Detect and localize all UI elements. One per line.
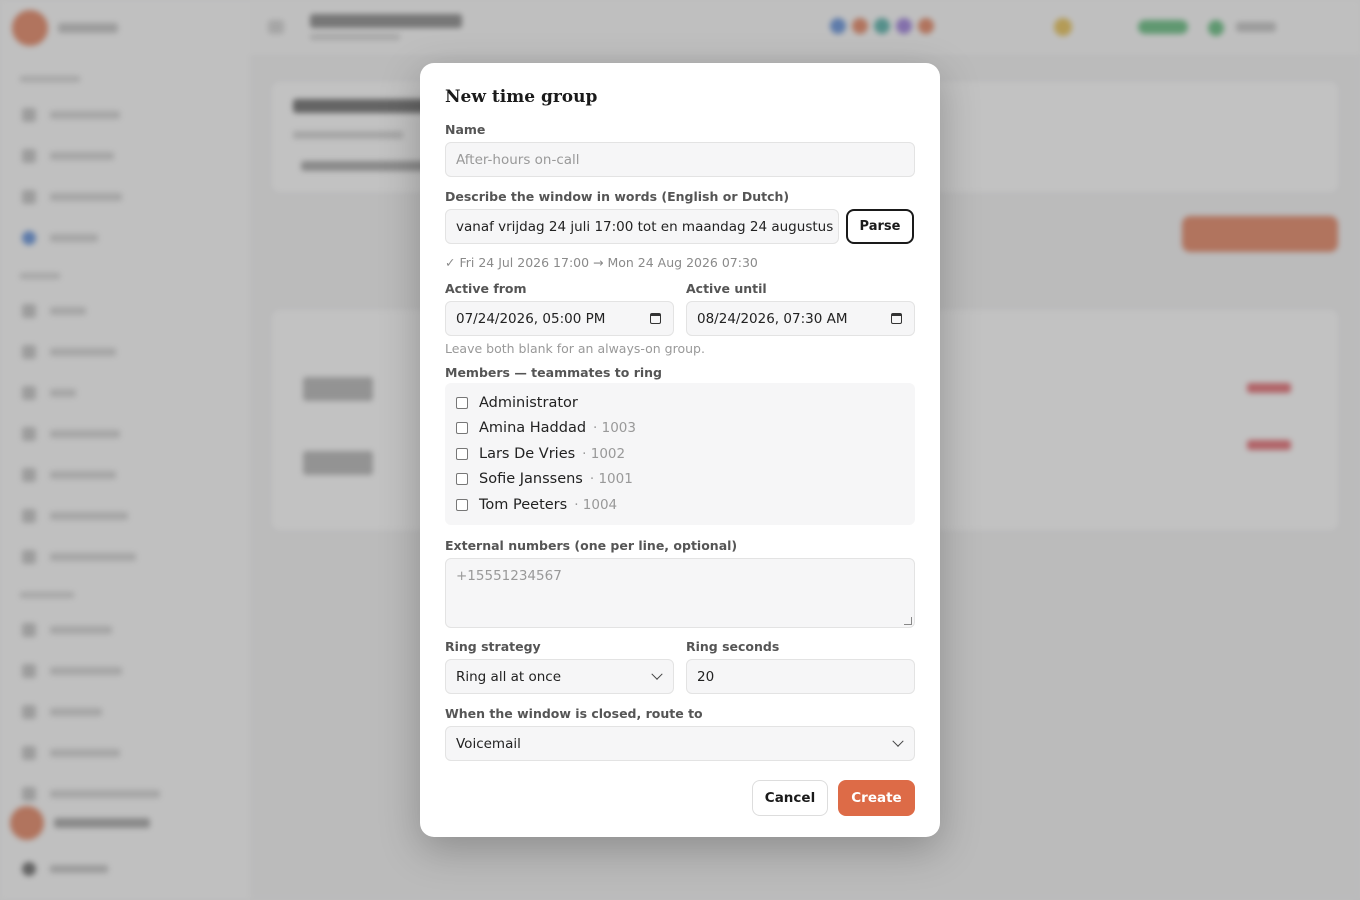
active-from-input[interactable]: 07/24/2026, 05:00 PM	[445, 301, 674, 336]
member-checkbox[interactable]	[456, 448, 468, 460]
member-checkbox[interactable]	[456, 422, 468, 434]
describe-input-value: vanaf vrijdag 24 juli 17:00 tot en maand…	[456, 218, 839, 235]
parse-button[interactable]: Parse	[846, 209, 914, 244]
active-until-value: 08/24/2026, 07:30 AM	[697, 310, 848, 327]
closed-route-select[interactable]: Voicemail	[445, 726, 915, 761]
resize-handle[interactable]	[904, 617, 912, 625]
active-until-input[interactable]: 08/24/2026, 07:30 AM	[686, 301, 915, 336]
calendar-icon[interactable]	[650, 313, 661, 324]
member-item[interactable]: Administrator	[456, 395, 585, 411]
member-checkbox[interactable]	[456, 473, 468, 485]
active-hint: Leave both blank for an always-on group.	[445, 341, 705, 356]
ring-seconds-label: Ring seconds	[686, 639, 780, 654]
member-name: Amina Haddad	[479, 420, 587, 436]
members-list: Administrator Amina Haddad · 1003 Lars D…	[445, 383, 915, 525]
ring-strategy-label: Ring strategy	[445, 639, 541, 654]
external-numbers-label: External numbers (one per line, optional…	[445, 538, 738, 553]
members-label: Members — teammates to ring	[445, 365, 663, 380]
member-extension: · 1002	[582, 446, 626, 462]
member-name: Sofie Janssens	[479, 471, 583, 487]
cancel-button[interactable]: Cancel	[752, 780, 828, 816]
describe-label: Describe the window in words (English or…	[445, 189, 790, 204]
new-time-group-dialog: New time group Name Describe the window …	[420, 63, 940, 837]
parsed-result: ✓ Fri 24 Jul 2026 17:00 → Mon 24 Aug 202…	[445, 255, 758, 270]
member-item[interactable]: Tom Peeters · 1004	[456, 497, 617, 513]
member-name: Administrator	[479, 395, 578, 411]
closed-route-value: Voicemail	[456, 735, 521, 752]
active-from-value: 07/24/2026, 05:00 PM	[456, 310, 606, 327]
member-name: Tom Peeters	[479, 497, 568, 513]
external-numbers-input[interactable]: +15551234567	[445, 558, 915, 628]
ring-strategy-value: Ring all at once	[456, 668, 562, 685]
dialog-title: New time group	[445, 87, 598, 107]
closed-route-label: When the window is closed, route to	[445, 706, 703, 721]
member-name: Lars De Vries	[479, 446, 576, 462]
member-extension: · 1004	[574, 497, 618, 513]
chevron-down-icon	[651, 668, 663, 680]
active-until-label: Active until	[686, 281, 767, 296]
external-numbers-placeholder: +15551234567	[456, 568, 562, 584]
name-label: Name	[445, 122, 486, 137]
name-input[interactable]	[445, 142, 915, 177]
member-extension: · 1001	[589, 471, 633, 487]
active-from-label: Active from	[445, 281, 527, 296]
ring-seconds-value: 20	[697, 668, 715, 685]
ring-seconds-input[interactable]: 20	[686, 659, 915, 694]
ring-strategy-select[interactable]: Ring all at once	[445, 659, 674, 694]
member-item[interactable]: Sofie Janssens · 1001	[456, 471, 633, 487]
calendar-icon[interactable]	[891, 313, 902, 324]
member-extension: · 1003	[593, 420, 636, 436]
member-checkbox[interactable]	[456, 397, 468, 409]
create-button[interactable]: Create	[838, 780, 915, 816]
member-item[interactable]: Amina Haddad · 1003	[456, 420, 636, 436]
chevron-down-icon	[892, 735, 904, 747]
member-checkbox[interactable]	[456, 499, 468, 511]
describe-input[interactable]: vanaf vrijdag 24 juli 17:00 tot en maand…	[445, 209, 839, 244]
member-item[interactable]: Lars De Vries · 1002	[456, 446, 625, 462]
